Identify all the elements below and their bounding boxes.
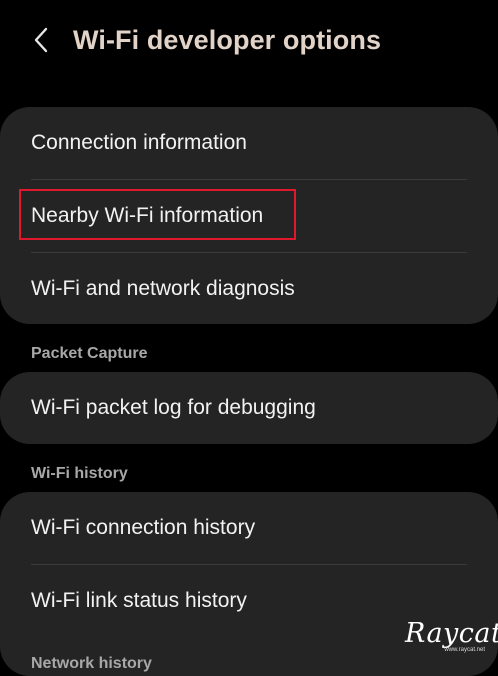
- section-header-network-history: Network history: [31, 655, 152, 672]
- app-header: Wi-Fi developer options: [0, 0, 498, 84]
- settings-card-packet-capture: Wi-Fi packet log for debugging: [0, 372, 498, 444]
- highlight-annotation-box: [19, 189, 296, 240]
- wifi-network-diagnosis-item[interactable]: Wi-Fi and network diagnosis: [0, 253, 498, 324]
- watermark-logo-text: Raycat: [405, 618, 498, 649]
- wifi-packet-log-label: Wi-Fi packet log for debugging: [31, 396, 316, 419]
- raycat-watermark-logo: Raycat www.raycat.net: [405, 618, 498, 658]
- section-header-wifi-history: Wi-Fi history: [31, 465, 128, 482]
- wifi-connection-history-label: Wi-Fi connection history: [31, 516, 256, 539]
- wifi-connection-history-item[interactable]: Wi-Fi connection history: [0, 492, 498, 564]
- chevron-left-icon: [34, 27, 48, 53]
- connection-information-item[interactable]: Connection information: [0, 107, 498, 179]
- watermark-url: www.raycat.net: [444, 647, 485, 653]
- wifi-link-status-history-label: Wi-Fi link status history: [31, 589, 247, 612]
- wifi-network-diagnosis-label: Wi-Fi and network diagnosis: [31, 277, 295, 300]
- back-button[interactable]: [26, 22, 56, 58]
- connection-information-label: Connection information: [31, 131, 247, 154]
- wifi-packet-log-item[interactable]: Wi-Fi packet log for debugging: [0, 372, 498, 444]
- section-header-packet-capture: Packet Capture: [31, 345, 148, 362]
- page-title: Wi-Fi developer options: [73, 25, 382, 55]
